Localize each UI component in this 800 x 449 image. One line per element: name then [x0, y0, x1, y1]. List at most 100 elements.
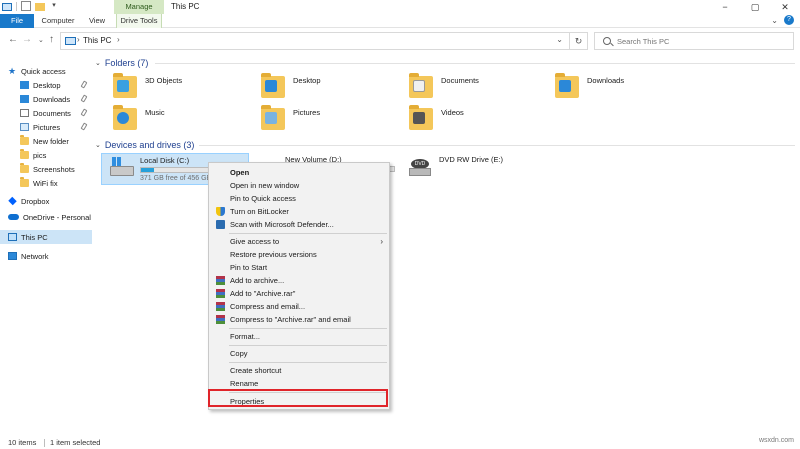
- sidebar-item-documents[interactable]: Documents: [0, 106, 92, 120]
- close-button[interactable]: ✕: [770, 0, 800, 14]
- folder-icon: [20, 149, 29, 159]
- customize-toolbar-icon[interactable]: ▾: [49, 1, 59, 11]
- this-pc-icon: [65, 37, 76, 45]
- tab-drive-tools[interactable]: Drive Tools: [116, 14, 162, 28]
- menu-item-open-new-window[interactable]: Open in new window: [211, 179, 387, 192]
- menu-item-pin-start[interactable]: Pin to Start: [211, 261, 387, 274]
- sidebar-item-dropbox[interactable]: Dropbox: [0, 194, 92, 208]
- sidebar-item-quick-access[interactable]: ★ Quick access: [0, 64, 92, 78]
- folder-3d-objects[interactable]: 3D Objects: [105, 72, 245, 104]
- sidebar-item-network[interactable]: Network: [0, 249, 92, 263]
- folder-music[interactable]: Music: [105, 104, 245, 136]
- folder-videos[interactable]: Videos: [401, 104, 541, 136]
- minimize-button[interactable]: −: [710, 0, 740, 14]
- pin-icon: [80, 122, 88, 131]
- menu-item-label: Scan with Microsoft Defender...: [230, 220, 334, 229]
- chevron-down-icon[interactable]: ⌄: [95, 141, 101, 149]
- menu-item-pin-quick-access[interactable]: Pin to Quick access: [211, 192, 387, 205]
- chevron-down-icon[interactable]: ⌄: [95, 59, 101, 67]
- sidebar-item-wifi-fix[interactable]: WiFi fix: [0, 176, 92, 190]
- menu-item-bitlocker[interactable]: Turn on BitLocker: [211, 205, 387, 218]
- menu-separator: [229, 362, 387, 363]
- search-icon: [603, 37, 611, 45]
- menu-item-compress-rar-email[interactable]: Compress to "Archive.rar" and email: [211, 313, 387, 326]
- chevron-right-icon[interactable]: ›: [117, 35, 120, 44]
- menu-item-add-archive[interactable]: Add to archive...: [211, 274, 387, 287]
- this-pc-icon: [8, 233, 17, 241]
- folder-downloads[interactable]: Downloads: [547, 72, 687, 104]
- menu-item-format[interactable]: Format...: [211, 330, 387, 343]
- recent-locations-icon[interactable]: ⌄: [38, 36, 44, 44]
- search-box[interactable]: [594, 32, 794, 50]
- address-dropdown-icon[interactable]: ⌄: [556, 35, 563, 44]
- menu-item-copy[interactable]: Copy: [211, 347, 387, 360]
- navigation-pane: ★ Quick access Desktop Downloads Documen…: [0, 56, 92, 428]
- new-folder-icon[interactable]: [35, 2, 45, 11]
- search-input[interactable]: [617, 35, 787, 47]
- manage-tab[interactable]: Manage: [114, 0, 164, 14]
- maximize-button[interactable]: ▢: [740, 0, 770, 14]
- desktop-icon: [265, 80, 277, 92]
- pictures-icon: [20, 123, 29, 131]
- sidebar-item-desktop[interactable]: Desktop: [0, 78, 92, 92]
- expand-ribbon-icon[interactable]: ⌄: [771, 16, 778, 25]
- properties-icon[interactable]: [21, 1, 31, 11]
- menu-item-compress-email[interactable]: Compress and email...: [211, 300, 387, 313]
- menu-item-open[interactable]: Open: [211, 166, 387, 179]
- drive-name: DVD RW Drive (E:): [439, 155, 504, 164]
- selection-count: 1 item selected: [50, 438, 101, 447]
- folder-name: Downloads: [587, 76, 625, 85]
- tab-view[interactable]: View: [86, 14, 108, 28]
- menu-item-label: Format...: [230, 332, 261, 341]
- sidebar-item-label: New folder: [33, 136, 69, 146]
- folder-name: 3D Objects: [145, 76, 183, 85]
- tab-computer[interactable]: Computer: [40, 14, 76, 28]
- menu-item-create-shortcut[interactable]: Create shortcut: [211, 364, 387, 377]
- drive-usage-bar: [140, 167, 210, 173]
- folder-pictures[interactable]: Pictures: [253, 104, 393, 136]
- menu-item-label: Add to archive...: [230, 276, 285, 285]
- up-arrow-icon[interactable]: ↑: [49, 34, 54, 45]
- menu-item-add-archive-rar[interactable]: Add to "Archive.rar": [211, 287, 387, 300]
- menu-item-label: Pin to Start: [230, 263, 268, 272]
- sidebar-item-label: This PC: [21, 232, 48, 242]
- help-icon[interactable]: ?: [784, 15, 794, 25]
- menu-item-restore-versions[interactable]: Restore previous versions: [211, 248, 387, 261]
- drive-dvd-rw-e[interactable]: DVD DVD RW Drive (E:): [401, 153, 551, 185]
- menu-item-scan-defender[interactable]: Scan with Microsoft Defender...: [211, 218, 387, 231]
- pictures-icon: [265, 112, 277, 124]
- refresh-icon[interactable]: ↻: [569, 32, 587, 50]
- folder-desktop[interactable]: Desktop: [253, 72, 393, 104]
- defender-icon: [216, 220, 225, 229]
- folders-group-header[interactable]: ⌄ Folders (7): [95, 56, 148, 70]
- sidebar-item-screenshots[interactable]: Screenshots: [0, 162, 92, 176]
- sidebar-item-new-folder[interactable]: New folder: [0, 134, 92, 148]
- folder-documents[interactable]: Documents: [401, 72, 541, 104]
- chevron-right-icon[interactable]: ›: [77, 35, 80, 44]
- sidebar-item-onedrive[interactable]: OneDrive - Personal: [0, 210, 92, 224]
- dvd-drive-icon: DVD: [409, 159, 431, 179]
- properties-highlight-box: [208, 389, 388, 407]
- menu-separator: [229, 233, 387, 234]
- context-menu: Open Open in new window Pin to Quick acc…: [208, 162, 390, 410]
- sidebar-item-pictures[interactable]: Pictures: [0, 120, 92, 134]
- sidebar-item-this-pc[interactable]: This PC: [0, 230, 92, 244]
- window-controls: − ▢ ✕: [710, 0, 800, 14]
- ribbon-tabs: File Computer View Drive Tools ⌄ ?: [0, 14, 800, 28]
- sidebar-item-label: Screenshots: [33, 164, 75, 174]
- menu-separator: [229, 328, 387, 329]
- folders-group-title: Folders (7): [104, 58, 149, 68]
- menu-item-label: Add to "Archive.rar": [230, 289, 296, 298]
- back-arrow-icon[interactable]: ←: [8, 34, 18, 45]
- forward-arrow-icon[interactable]: →: [22, 34, 32, 45]
- sidebar-item-downloads[interactable]: Downloads: [0, 92, 92, 106]
- menu-item-give-access[interactable]: Give access to ›: [211, 235, 387, 248]
- tab-file[interactable]: File: [0, 14, 34, 28]
- breadcrumb-this-pc[interactable]: This PC: [83, 36, 111, 45]
- menu-item-label: Create shortcut: [230, 366, 282, 375]
- 3d-objects-icon: [117, 80, 129, 92]
- devices-group-header[interactable]: ⌄ Devices and drives (3): [95, 138, 194, 152]
- address-bar[interactable]: › This PC › ⌄ ↻: [60, 32, 588, 50]
- sidebar-item-pics[interactable]: pics: [0, 148, 92, 162]
- network-icon: [8, 252, 17, 260]
